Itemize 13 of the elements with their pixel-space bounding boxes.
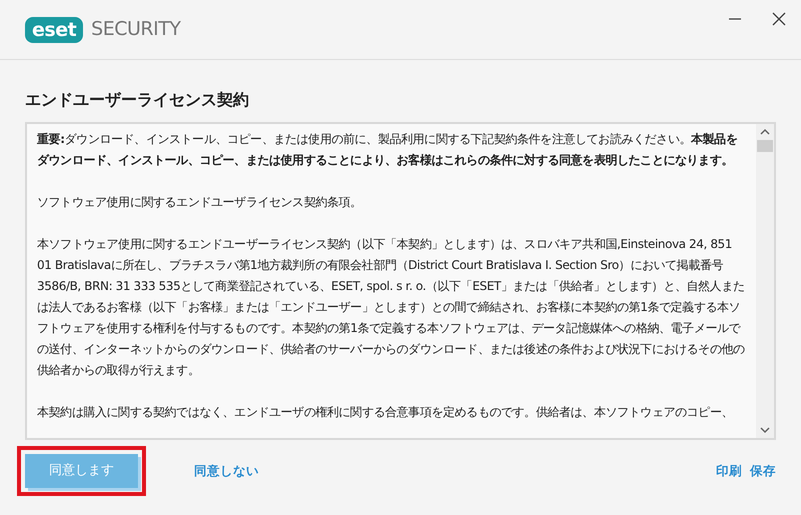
print-link[interactable]: 印刷 xyxy=(716,462,742,480)
license-paragraph: 重要:ダウンロード、インストール、コピー、または使用の前に、製品利用に関する下記契約条件を注意してお読みください。本製品をダウンロード、インストール、コピー、または使用することにより、お客様はこれらの条件に対する同意を表明したことになります。 xyxy=(37,131,738,169)
close-icon xyxy=(772,12,786,26)
logo: eset xyxy=(25,16,84,42)
license-paragraph: ソフトウェア使用に関するエンドユーザライセンス契約条項。 xyxy=(37,194,363,211)
save-link[interactable]: 保存 xyxy=(750,462,776,480)
license-paragraph: 本ソフトウェア使用に関するエンドユーザーライセンス契約（以下「本契約」とします）は、スロバキア共和国,Einsteinova 24, 851 01 Bratislavaに所在し、ブラチスラバ第1地方裁判所の有限会社部門（District Court Bratislava I. Section Sro）において掲載番号3586/B, BRN: 31 333 535として商業登記されている、ESET, spol. s r. o.（以下「ESET」または「供給者」とします）と、自然人または法人であるお客様（以下「お客様」または「エンドユーザー」とします）との間で締結され、お客様に本契約の第1条で定義する本ソフトウェアを使用する権利を付与するものです。本契約の第1条で定義する本ソフトウェアは、データ記憶媒体への格納、電子メールでの送付、インターネットからのダウンロード、供給者のサーバーからのダウンロード、または後述の条件および状況下におけるその他の供給者からの取得が行えます。 xyxy=(37,236,746,379)
decline-link[interactable]: 同意しない xyxy=(194,462,259,480)
agree-button[interactable]: 同意します xyxy=(25,454,138,488)
product-name: SECURITY xyxy=(91,17,180,42)
dialog-title: エンドユーザーライセンス契約 xyxy=(25,89,250,111)
license-paragraph: 本契約は購入に関する契約ではなく、エンドユーザの権利に関する合意事項を定めるものです。供給者は、本ソフトウェアのコピー、 xyxy=(37,404,734,421)
scrollbar-thumb[interactable] xyxy=(757,140,773,152)
